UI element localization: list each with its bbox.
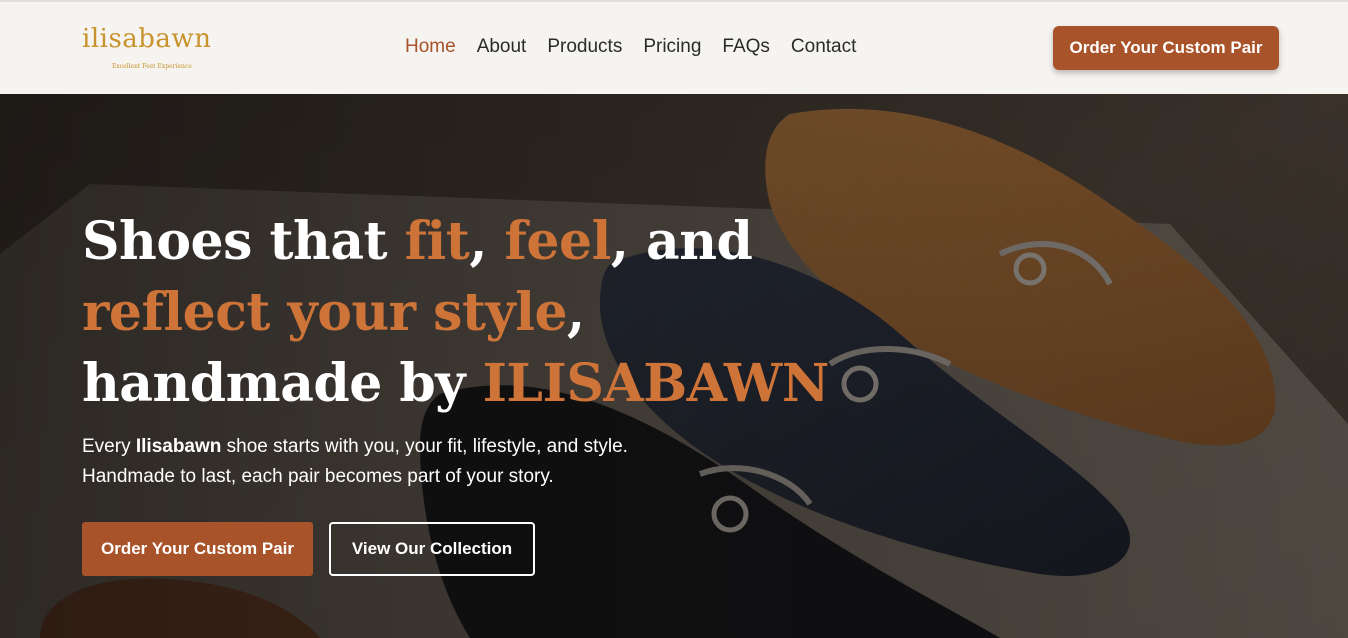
order-custom-pair-header-button[interactable]: Order Your Custom Pair bbox=[1053, 26, 1279, 70]
brand-logo[interactable]: ilisabawn Excellent Feet Experience bbox=[82, 24, 232, 74]
nav-home[interactable]: Home bbox=[405, 36, 456, 58]
hero-section: Shoes that fit, feel, and reflect your s… bbox=[0, 94, 1348, 638]
headline-line-1: Shoes that fit, feel, and bbox=[82, 211, 753, 272]
nav-pricing[interactable]: Pricing bbox=[643, 36, 701, 58]
nav-about[interactable]: About bbox=[477, 36, 527, 58]
logo-wordmark: ilisabawn bbox=[82, 24, 212, 54]
site-header: ilisabawn Excellent Feet Experience Home… bbox=[0, 2, 1348, 94]
order-custom-pair-button[interactable]: Order Your Custom Pair bbox=[82, 522, 313, 576]
headline-line-3: handmade by ILISABAWN bbox=[82, 353, 829, 414]
headline-line-2: reflect your style, bbox=[82, 282, 585, 343]
view-collection-button[interactable]: View Our Collection bbox=[329, 522, 535, 576]
nav-products[interactable]: Products bbox=[547, 36, 622, 58]
nav-faqs[interactable]: FAQs bbox=[722, 36, 770, 58]
logo-tagline: Excellent Feet Experience bbox=[112, 63, 192, 70]
hero-headline: Shoes that fit, feel, and reflect your s… bbox=[82, 206, 842, 419]
main-nav: Home About Products Pricing FAQs Contact bbox=[405, 36, 856, 58]
nav-contact[interactable]: Contact bbox=[791, 36, 856, 58]
hero-description: Every Ilisabawn shoe starts with you, yo… bbox=[82, 436, 628, 487]
